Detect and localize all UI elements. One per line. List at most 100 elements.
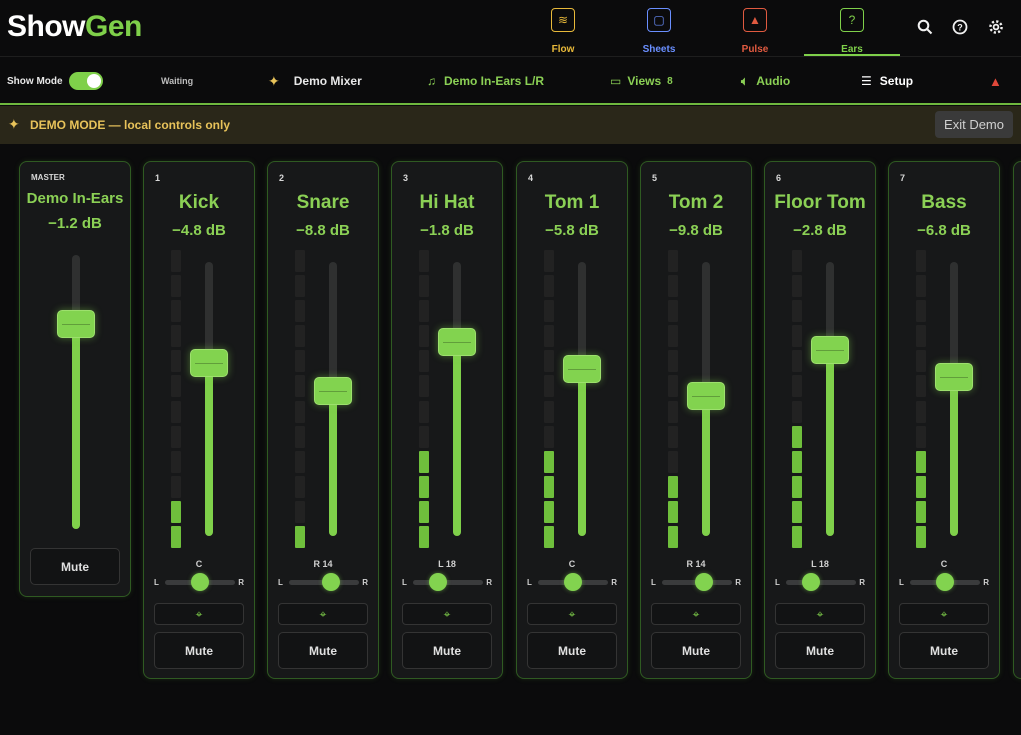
meter-segment [544,275,554,297]
in-ears-label: Demo In-Ears L/R [444,74,545,88]
svg-text:?: ? [957,23,963,33]
warning-icon[interactable]: ▲ [989,57,1002,105]
help-icon[interactable]: ? [951,18,969,36]
demo-mixer-button[interactable]: ✦ Demo Mixer [268,57,362,105]
pan-slider-knob[interactable] [191,573,209,591]
demo-mode-banner: ✦ DEMO MODE — local controls only Exit D… [0,106,1021,144]
crosshair-icon: ⌖ [692,606,700,621]
fader-knob[interactable] [438,327,476,356]
master-name: Demo In-Ears [26,190,124,207]
show-mode-control[interactable]: Show Mode [7,57,103,105]
settings-gear-icon[interactable] [987,18,1005,36]
channel-strip: 3 Hi Hat −1.8 dB L 18 L R ⌖ Mute [391,161,503,679]
pan-slider-track[interactable] [786,580,856,585]
pan-slider-track[interactable] [413,580,483,585]
channel-number: 4 [528,173,534,183]
show-mode-toggle[interactable] [68,72,103,90]
pan-slider-knob[interactable] [695,573,713,591]
views-button[interactable]: ▭ Views 8 [610,57,673,105]
mute-button[interactable]: Mute [154,632,244,669]
level-meter [295,248,305,548]
meter-segment [171,350,181,373]
meter-segment [295,526,305,548]
fader-knob[interactable] [811,335,849,364]
mute-button[interactable]: Mute [527,632,617,669]
mute-button[interactable]: Mute [278,632,368,669]
audio-label: Audio [756,74,791,88]
pan-slider-knob[interactable] [802,573,821,591]
setup-button[interactable]: ☰ Setup [861,57,913,105]
sparkle-icon: ✦ [8,116,20,132]
meter-segment [668,350,678,373]
mute-button[interactable]: Mute [402,632,492,669]
meter-segment [916,325,926,348]
fader-knob[interactable] [687,382,725,411]
fader-track[interactable] [578,262,586,536]
tab-label: Flow [551,44,575,55]
meter-segment [544,325,554,348]
meter-segment [171,400,181,423]
meter-segment [295,375,305,398]
crosshair-icon: ⌖ [195,606,203,621]
locate-button[interactable]: ⌖ [402,603,492,625]
meter-segment [171,375,181,398]
meter-segment [792,350,802,373]
fader-track[interactable] [453,262,461,536]
pan-value: R 14 [313,559,333,569]
meter-segment [419,325,429,348]
meter-segment [295,400,305,423]
fader-track[interactable] [826,262,834,536]
locate-button[interactable]: ⌖ [651,603,741,625]
tab-pulse[interactable]: ▲ Pulse [707,6,803,55]
sliders-icon: ☰ [861,74,872,88]
meter-segment [544,425,554,448]
fader-knob[interactable] [563,354,601,383]
meter-segment [792,450,802,473]
locate-button[interactable]: ⌖ [527,603,617,625]
master-fader-knob[interactable] [57,309,95,338]
master-mute-button[interactable]: Mute [30,548,120,585]
mute-button[interactable]: Mute [775,632,865,669]
pan-right-label: R [238,578,244,587]
channel-number: 6 [776,173,782,183]
meter-segment [668,475,678,498]
locate-button[interactable]: ⌖ [154,603,244,625]
meter-segment [295,500,305,523]
search-icon[interactable] [916,18,934,36]
meter-segment [916,526,926,548]
level-meter [544,248,554,548]
mute-button[interactable]: Mute [899,632,989,669]
speaker-icon: 🔈︎ [741,73,749,88]
meter-segment [419,249,429,272]
locate-button[interactable]: ⌖ [278,603,368,625]
mute-button[interactable]: Mute [651,632,741,669]
fader-fill [950,377,958,536]
channel-name: Hi Hat [419,192,475,213]
pan-value: L 18 [438,559,456,569]
meter-segment [916,249,926,272]
locate-button[interactable]: ⌖ [899,603,989,625]
fader-track[interactable] [205,262,213,536]
fader-fill [329,390,337,536]
pan-slider-knob[interactable] [429,573,448,591]
audio-button[interactable]: 🔈︎ Audio [741,57,790,105]
tab-flow[interactable]: ≋ Flow [515,6,611,55]
fader-fill [205,363,213,536]
locate-button[interactable]: ⌖ [775,603,865,625]
tab-ears[interactable]: ? Ears [804,6,900,56]
demo-mode-text: DEMO MODE — local controls only [30,118,231,132]
channel-strip: 4 Tom 1 −5.8 dB C L R ⌖ Mute [516,161,628,679]
fader-knob[interactable] [935,363,973,392]
channel-db: −2.8 dB [793,222,847,239]
in-ears-select[interactable]: ♫ Demo In-Ears L/R [427,57,544,105]
fader-track[interactable] [950,262,958,536]
pan-slider-knob[interactable] [936,573,954,591]
meter-segment [792,400,802,423]
master-fader-track[interactable] [72,255,80,529]
exit-demo-button[interactable]: Exit Demo [935,111,1013,138]
pan-slider-knob[interactable] [322,573,340,591]
tab-sheets[interactable]: ▢ Sheets [611,6,707,55]
fader-knob[interactable] [190,349,228,378]
pan-slider-knob[interactable] [564,573,582,591]
fader-knob[interactable] [314,376,352,405]
